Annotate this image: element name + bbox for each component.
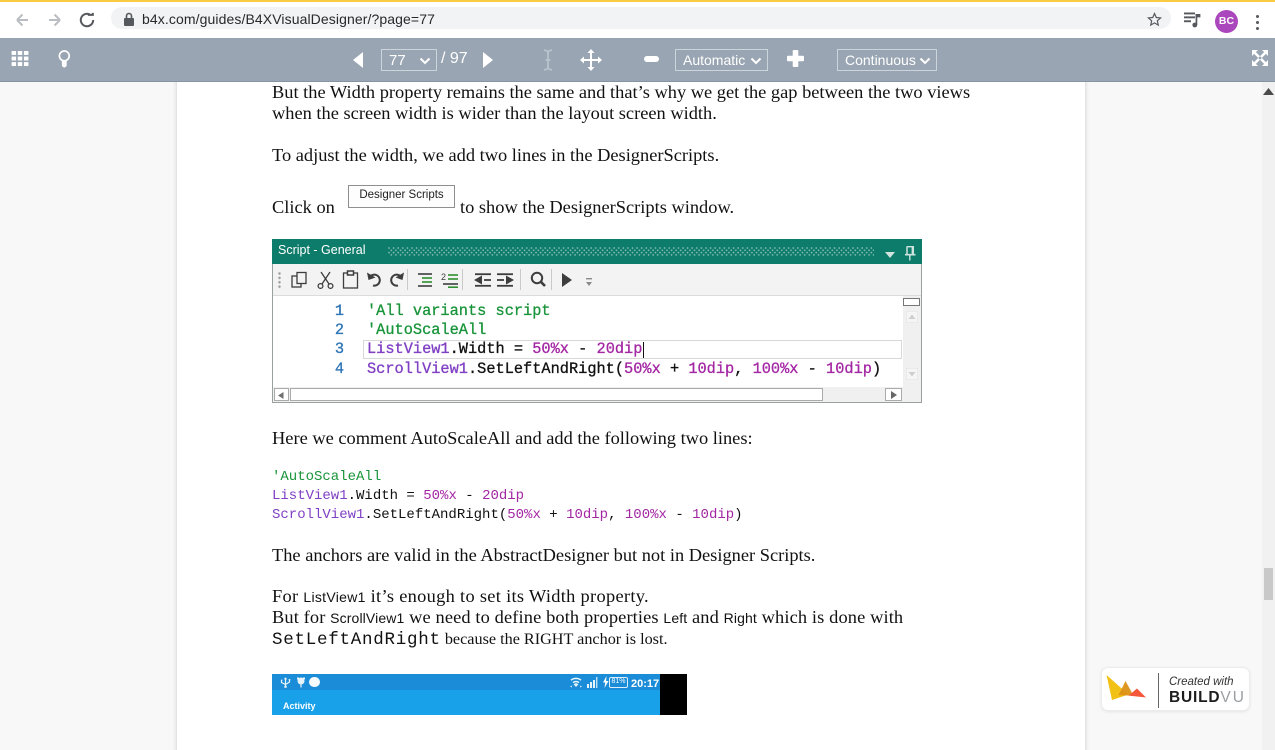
svg-text:2: 2 (441, 272, 446, 282)
